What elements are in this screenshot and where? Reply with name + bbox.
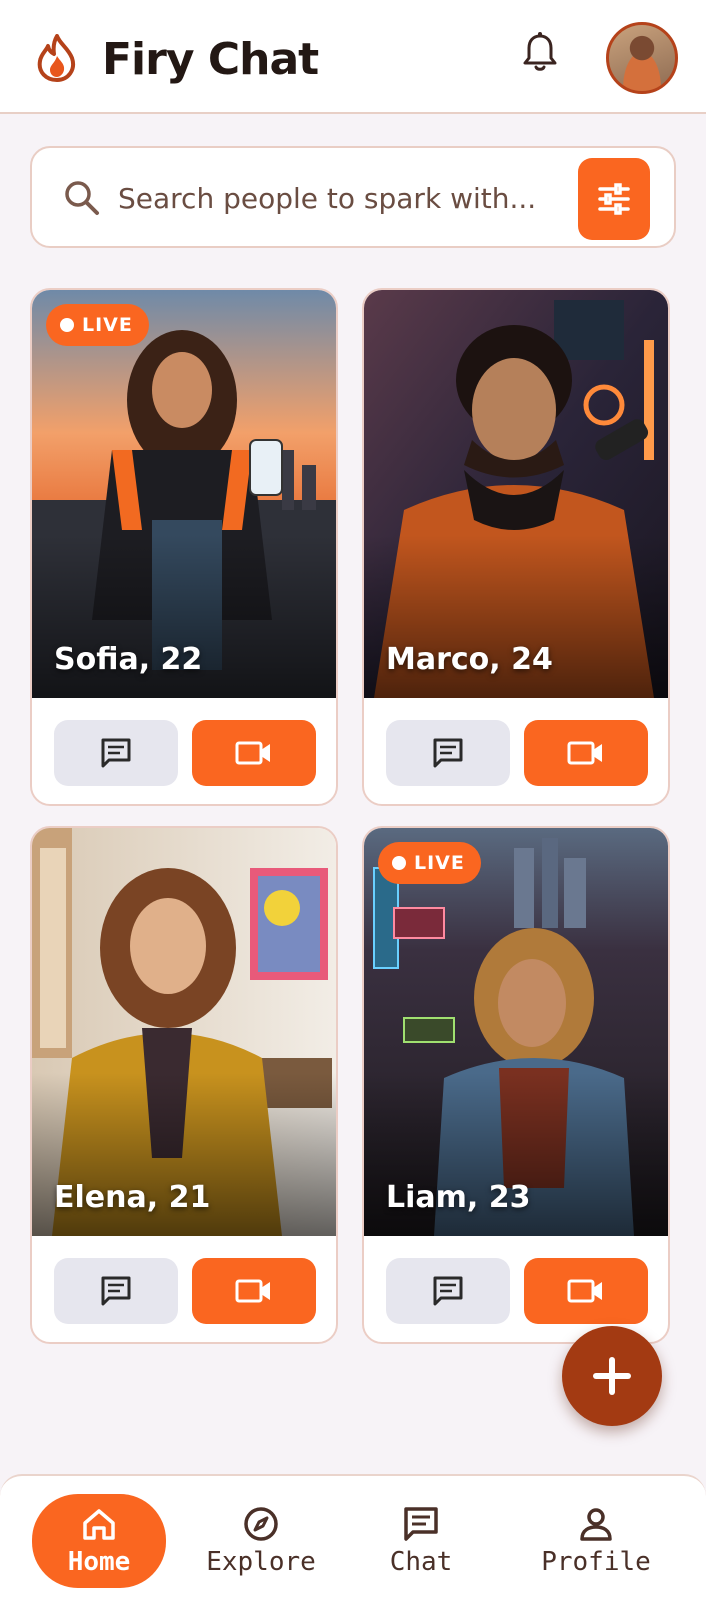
profile-name: Elena, 21	[54, 1180, 211, 1215]
plus-icon	[593, 1357, 631, 1395]
nav-label: Explore	[206, 1547, 316, 1577]
chat-button[interactable]	[386, 720, 510, 786]
profile-name: Sofia, 22	[54, 642, 203, 677]
chat-icon	[404, 1507, 438, 1541]
video-call-button[interactable]	[524, 720, 648, 786]
nav-item-profile[interactable]: Profile	[522, 1494, 670, 1588]
add-button[interactable]	[562, 1326, 662, 1426]
profile-photo	[364, 828, 668, 1236]
video-camera-icon	[235, 741, 270, 765]
video-camera-icon	[567, 741, 602, 765]
chat-icon	[433, 738, 463, 768]
profile-photo	[32, 828, 336, 1236]
live-badge: LIVE	[46, 304, 149, 346]
video-camera-icon	[567, 1279, 602, 1303]
chat-icon	[101, 1276, 131, 1306]
nav-label: Chat	[389, 1547, 453, 1577]
chat-icon	[433, 1276, 463, 1306]
live-dot	[60, 318, 74, 332]
profile-card[interactable]: Elena, 21	[30, 826, 338, 1344]
app-title: Firy Chat	[102, 34, 319, 85]
flame-icon	[37, 34, 75, 82]
live-label: LIVE	[414, 852, 465, 874]
chat-button[interactable]	[54, 1258, 178, 1324]
video-camera-icon	[235, 1279, 270, 1303]
video-call-button[interactable]	[192, 1258, 316, 1324]
profile-card[interactable]: Marco, 24	[362, 288, 670, 806]
chat-button[interactable]	[54, 720, 178, 786]
chat-icon	[101, 738, 131, 768]
nav-item-explore[interactable]: Explore	[196, 1494, 326, 1588]
nav-label: Home	[67, 1547, 131, 1577]
nav-label: Profile	[541, 1547, 651, 1577]
bell-icon[interactable]	[518, 30, 562, 74]
home-icon	[83, 1509, 115, 1540]
video-call-button[interactable]	[192, 720, 316, 786]
profile-name: Marco, 24	[386, 642, 553, 677]
bottom-nav: Home Explore Chat Profile	[0, 1474, 706, 1600]
profile-photo	[364, 290, 668, 698]
profile-name: Liam, 23	[386, 1180, 531, 1215]
search-input[interactable]	[118, 176, 558, 220]
avatar[interactable]	[606, 22, 678, 94]
nav-item-chat[interactable]: Chat	[366, 1494, 476, 1588]
profile-card[interactable]: LIVE Sofia, 22	[30, 288, 338, 806]
nav-item-home[interactable]: Home	[32, 1494, 166, 1588]
live-label: LIVE	[82, 314, 133, 336]
search-bar	[30, 146, 676, 248]
compass-icon	[244, 1507, 278, 1541]
profile-card[interactable]: LIVE Liam, 23	[362, 826, 670, 1344]
profile-photo	[32, 290, 336, 698]
filter-button[interactable]	[578, 158, 650, 240]
chat-button[interactable]	[386, 1258, 510, 1324]
person-icon	[580, 1508, 612, 1541]
sliders-icon	[598, 183, 630, 215]
live-badge: LIVE	[378, 842, 481, 884]
search-icon	[65, 181, 99, 215]
video-call-button[interactable]	[524, 1258, 648, 1324]
live-dot	[392, 856, 406, 870]
app-header: Firy Chat	[0, 0, 706, 114]
